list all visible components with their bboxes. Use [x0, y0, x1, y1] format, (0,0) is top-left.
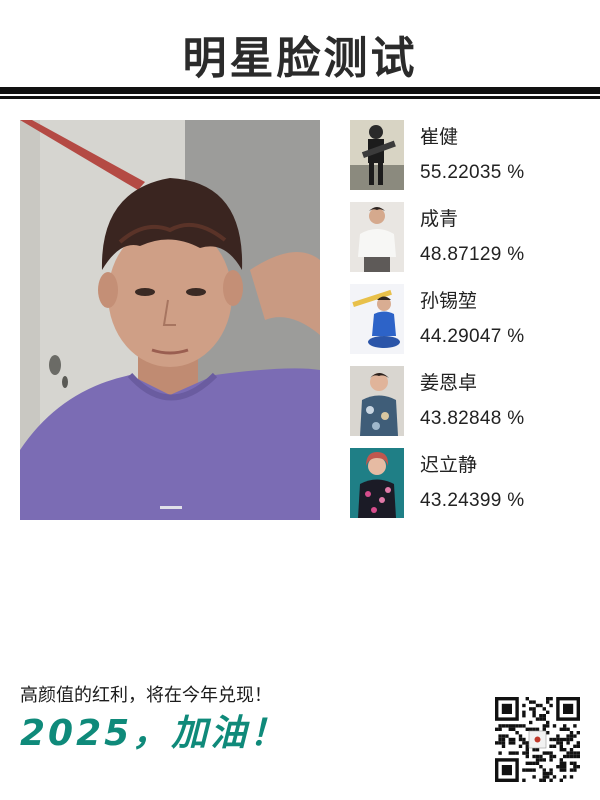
match-name: 姜恩卓 — [420, 372, 478, 394]
header-divider-thick — [0, 87, 600, 94]
match-score: 43.82848 % — [420, 408, 525, 429]
match-name: 迟立静 — [420, 454, 478, 476]
result-item[interactable]: 崔健 55.22035 % — [350, 120, 580, 202]
match-name: 成青 — [420, 208, 459, 230]
header: 明星脸测试 — [0, 0, 600, 104]
page-title: 明星脸测试 — [182, 33, 418, 84]
match-score: 55.22035 % — [420, 162, 525, 183]
match-score: 43.24399 % — [420, 490, 525, 511]
cheer-text: 2025，加油！ — [20, 713, 289, 754]
user-portrait-photo — [20, 120, 320, 520]
result-item[interactable]: 姜恩卓 43.82848 % — [350, 366, 580, 448]
result-item[interactable]: 成青 48.87129 % — [350, 202, 580, 284]
match-name: 崔健 — [420, 126, 459, 148]
boy-printed-jacket-photo-icon — [350, 366, 404, 436]
match-score: 44.29047 % — [420, 326, 525, 347]
qr-code-icon[interactable] — [494, 696, 580, 782]
match-name: 孙锡堃 — [420, 290, 478, 312]
man-white-shirt-photo-icon — [350, 202, 404, 272]
match-results-list: 崔健 55.22035 % 成青 48.87129 % 孙锡堃 44.29047… — [350, 120, 580, 530]
result-item[interactable]: 迟立静 43.24399 % — [350, 448, 580, 530]
boy-blue-outfit-photo-icon — [350, 284, 404, 354]
guitarist-photo-icon — [350, 120, 404, 190]
header-divider-thin — [0, 96, 600, 99]
woman-teal-backdrop-photo-icon — [350, 448, 404, 518]
result-item[interactable]: 孙锡堃 44.29047 % — [350, 284, 580, 366]
match-score: 48.87129 % — [420, 244, 525, 265]
